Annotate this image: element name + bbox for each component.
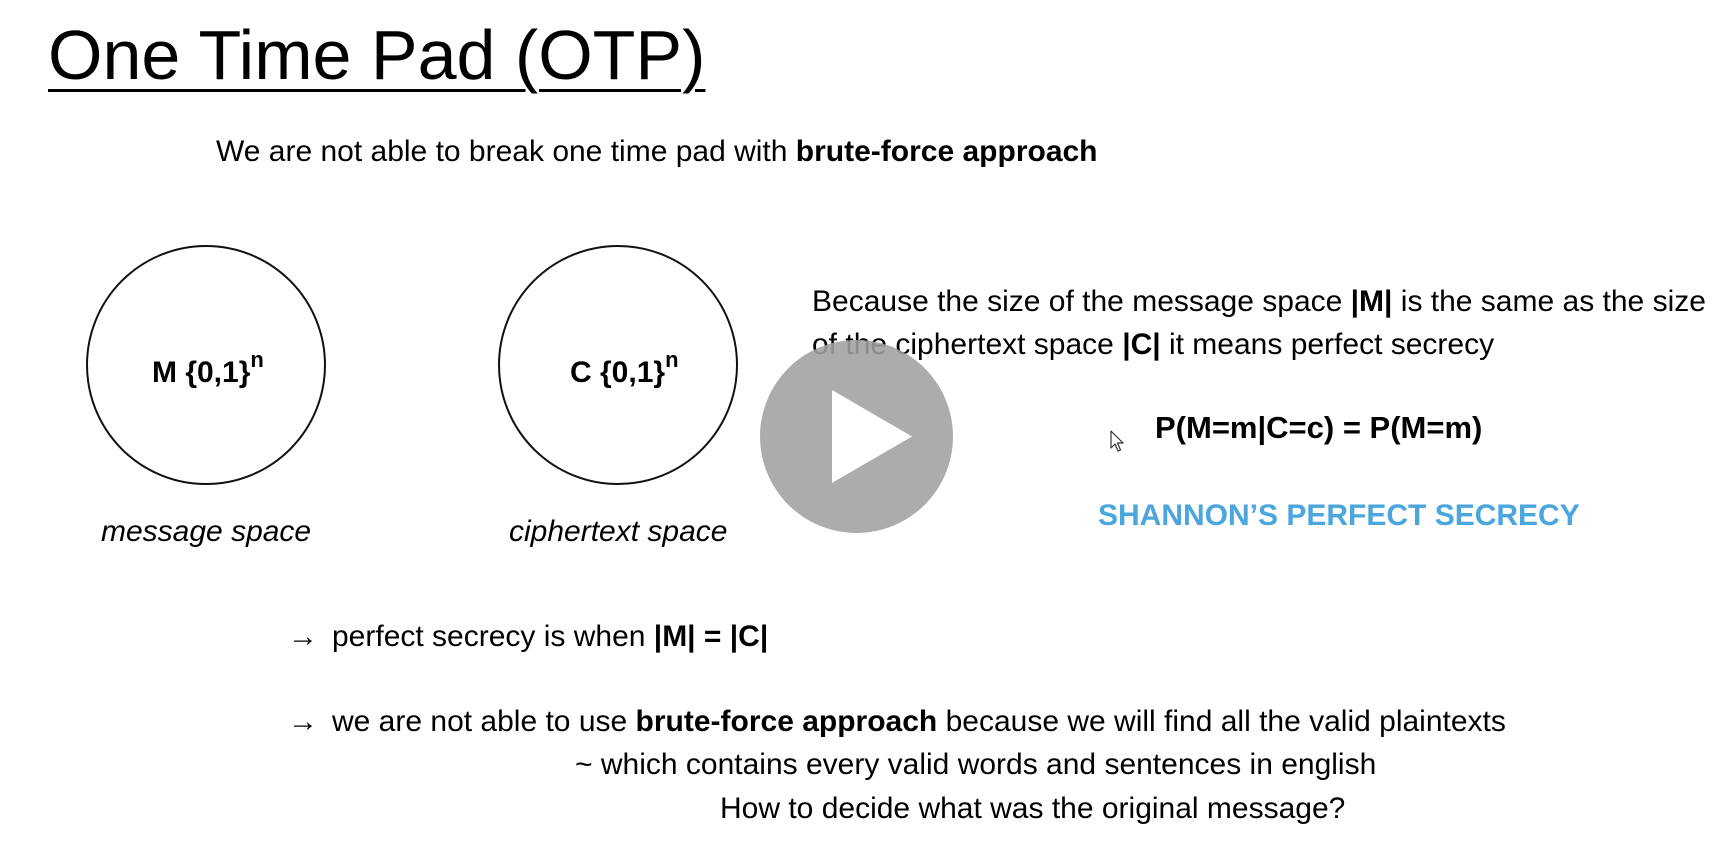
bullet-2-text: we are not able to use bbox=[332, 705, 636, 738]
message-space-label-text: M {0,1} bbox=[152, 356, 251, 389]
bullet-2-bold: brute-force approach bbox=[635, 705, 938, 738]
explanation-ciphertext-size: |C| bbox=[1122, 328, 1161, 361]
probability-formula: P(M=m|C=c) = P(M=m) bbox=[1155, 410, 1483, 445]
message-space-caption: message space bbox=[101, 515, 312, 548]
right-arrow-icon: → bbox=[288, 705, 318, 738]
play-button[interactable] bbox=[760, 340, 953, 533]
bullet-2-rest: because we will find all the valid plain… bbox=[937, 705, 1506, 738]
bullet-1-bold: |M| = |C| bbox=[653, 620, 769, 653]
play-icon bbox=[832, 390, 912, 483]
intro-text: We are not able to break one time pad wi… bbox=[216, 132, 1098, 172]
mouse-pointer-icon bbox=[1110, 430, 1126, 458]
message-space-label: M {0,1}n bbox=[152, 346, 264, 391]
explanation-part-1: Because the size of the message space bbox=[812, 285, 1351, 318]
original-message-question: How to decide what was the original mess… bbox=[720, 792, 1346, 825]
right-arrow-icon: → bbox=[288, 620, 318, 653]
intro-text-plain: We are not able to break one time pad wi… bbox=[216, 135, 796, 168]
ciphertext-space-label: C {0,1}n bbox=[570, 346, 679, 391]
bullet-1-text: perfect secrecy is when bbox=[332, 620, 654, 653]
slide-title: One Time Pad (OTP) bbox=[48, 16, 706, 94]
ciphertext-space-label-exponent: n bbox=[665, 347, 679, 372]
explanation-message-size: |M| bbox=[1350, 285, 1393, 318]
explanation-part-3: it means perfect secrecy bbox=[1160, 328, 1495, 361]
bullet-brute-force: → we are not able to use brute-force appr… bbox=[288, 702, 1506, 742]
intro-text-bold: brute-force approach bbox=[795, 135, 1098, 168]
message-space-label-exponent: n bbox=[250, 347, 264, 372]
shannon-perfect-secrecy-label: SHANNON’S PERFECT SECRECY bbox=[1098, 499, 1580, 532]
bullet-perfect-secrecy: → perfect secrecy is when |M| = |C| bbox=[288, 617, 768, 657]
ciphertext-space-label-text: C {0,1} bbox=[570, 356, 666, 389]
valid-words-line: ~ which contains every valid words and s… bbox=[575, 748, 1377, 781]
ciphertext-space-caption: ciphertext space bbox=[509, 515, 728, 548]
